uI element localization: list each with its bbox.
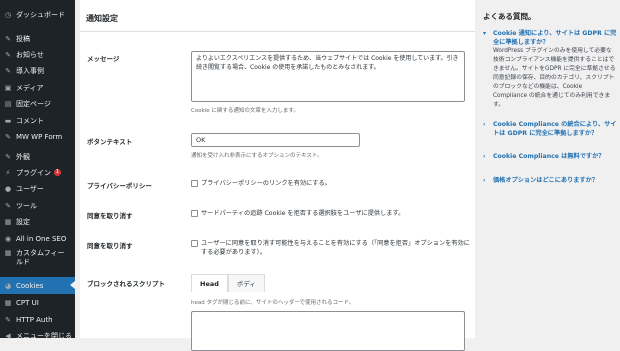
faq-question-4-text[interactable]: 価格オプションはどこにありますか？ bbox=[493, 176, 598, 185]
chevron-down-icon: ▾ bbox=[483, 30, 487, 37]
comment-icon: ▬ bbox=[4, 116, 12, 125]
seo-icon: ◉ bbox=[4, 234, 12, 243]
wrench-icon: ✎ bbox=[5, 201, 11, 210]
sidebar-item-label: ダッシュボード bbox=[16, 10, 65, 19]
script-tabs: Head ボディ bbox=[191, 274, 265, 292]
faq-question-3[interactable]: › Cookie Compliance は無料ですか？ bbox=[483, 152, 618, 161]
blocked-scripts-label: ブロックされるスクリプト bbox=[87, 280, 165, 288]
refuse-consent-checkbox-label: サードパーティの追跡 Cookie を拒否する選択肢をユーザに提供します。 bbox=[201, 210, 405, 217]
sidebar-item-label: CPT UI bbox=[16, 298, 39, 307]
sidebar-item-label: MW WP Form bbox=[16, 132, 63, 141]
faq-question-3-text[interactable]: Cookie Compliance は無料ですか？ bbox=[493, 152, 604, 161]
dashboard-icon: ◷ bbox=[4, 10, 12, 19]
page-title: 通知設定 bbox=[86, 14, 118, 23]
revoke-consent-checkbox[interactable]: ユーザーに同意を取り消す可能性を与えることを有効にする（「同意を拒否」オプション… bbox=[191, 239, 471, 257]
sidebar-item-3[interactable]: ✎ 導入事例 bbox=[0, 62, 75, 79]
sidebar-item-label: プラグイン bbox=[16, 168, 51, 177]
settings-icon: ▦ bbox=[4, 217, 12, 226]
faq-question-2-text[interactable]: Cookie Compliance の統合により、サイトは GDPR に完全に準… bbox=[493, 120, 618, 138]
grid-icon: ▦ bbox=[4, 298, 12, 307]
sidebar-item-label: HTTP Auth bbox=[16, 315, 53, 324]
sidebar-item-label: お知らせ bbox=[16, 50, 44, 59]
blocked-scripts-description: head タグが閉じる前に、サイトのヘッダーで使用されるコード。 bbox=[191, 300, 355, 306]
sidebar-item-2[interactable]: ✎ お知らせ bbox=[0, 46, 75, 63]
divider bbox=[80, 31, 475, 32]
sidebar-item-label: 投稿 bbox=[16, 34, 30, 43]
sidebar-item-1[interactable]: ✎ 投稿 bbox=[0, 30, 75, 47]
user-icon: ● bbox=[4, 184, 12, 193]
sidebar-item-label: 外観 bbox=[16, 152, 30, 161]
sidebar-item-6[interactable]: ▬ コメント bbox=[0, 112, 75, 129]
sidebar-item-5[interactable]: ▤ 固定ページ bbox=[0, 95, 75, 112]
privacy-policy-label: プライバシーポリシー bbox=[87, 182, 152, 190]
sidebar-item-label: ツール bbox=[16, 201, 37, 210]
chevron-right-icon: › bbox=[483, 177, 486, 184]
update-count-badge: 1 bbox=[54, 169, 61, 176]
pin-icon: ✎ bbox=[5, 132, 11, 141]
cookie-icon: ◕ bbox=[4, 281, 12, 290]
sidebar-item-label: コメント bbox=[16, 116, 44, 125]
sidebar-item-label: メニューを閉じる bbox=[16, 331, 72, 340]
privacy-policy-checkbox-label: プライバシーポリシーのリンクを有効にする。 bbox=[201, 180, 331, 187]
chevron-right-icon: › bbox=[483, 153, 486, 160]
pin-icon: ✎ bbox=[5, 66, 11, 75]
faq-question-1-text[interactable]: Cookie 通知により、サイトは GDPR に完全に準拠しますか？ bbox=[493, 29, 618, 47]
faq-title: よくある質問。 bbox=[483, 12, 536, 21]
tab-body[interactable]: ボディ bbox=[227, 274, 265, 292]
checkbox-box[interactable] bbox=[191, 240, 198, 247]
message-textarea[interactable]: よりよいエクスペリエンスを提供するため、当ウェブサイトでは Cookie を使用… bbox=[191, 51, 465, 102]
sidebar-item-18[interactable]: ◀ メニューを閉じる bbox=[0, 327, 75, 344]
sidebar-item-label: 導入事例 bbox=[16, 66, 44, 75]
sidebar-item-14[interactable]: ▦ カスタムフィールド bbox=[0, 246, 75, 272]
sidebar-item-label: メディア bbox=[16, 83, 44, 92]
megaphone-icon: ✎ bbox=[5, 50, 11, 59]
sidebar-item-9[interactable]: ⚡ プラグイン 1 bbox=[0, 164, 75, 181]
checkbox-box[interactable] bbox=[191, 210, 198, 217]
sidebar-item-13[interactable]: ◉ All in One SEO bbox=[0, 230, 75, 247]
page-icon: ▤ bbox=[4, 99, 12, 108]
plugin-icon: ⚡ bbox=[5, 168, 11, 177]
sidebar-item-10[interactable]: ● ユーザー bbox=[0, 180, 75, 197]
grid-icon: ▦ bbox=[4, 249, 12, 257]
chevron-right-icon: › bbox=[483, 121, 486, 128]
sidebar-item-16[interactable]: ▦ CPT UI bbox=[0, 294, 75, 311]
sidebar-item-0[interactable]: ◷ ダッシュボード bbox=[0, 6, 75, 23]
collapse-icon: ◀ bbox=[5, 331, 11, 340]
privacy-policy-checkbox[interactable]: プライバシーポリシーのリンクを有効にする。 bbox=[191, 179, 471, 188]
faq-question-4[interactable]: › 価格オプションはどこにありますか？ bbox=[483, 176, 618, 185]
sidebar-item-4[interactable]: ▣ メディア bbox=[0, 79, 75, 96]
tab-head[interactable]: Head bbox=[191, 274, 228, 292]
checkbox-box[interactable] bbox=[191, 180, 198, 187]
revoke-consent-label: 同意を取り消す bbox=[87, 242, 133, 250]
sidebar-item-label: カスタムフィールド bbox=[16, 249, 65, 266]
message-label: メッセージ bbox=[87, 55, 120, 63]
brush-icon: ✎ bbox=[5, 152, 11, 161]
sidebar-item-label: 設定 bbox=[16, 217, 30, 226]
media-icon: ▣ bbox=[4, 83, 12, 92]
head-scripts-textarea[interactable] bbox=[191, 311, 465, 351]
button-text-description: 通知を受け入れ非表示にするオプションのテキスト。 bbox=[191, 153, 323, 159]
revoke-consent-checkbox-label: ユーザーに同意を取り消す可能性を与えることを有効にする（「同意を拒否」オプション… bbox=[201, 240, 470, 256]
sidebar-item-8[interactable]: ✎ 外観 bbox=[0, 148, 75, 165]
sidebar-item-label: Cookies bbox=[16, 281, 44, 290]
sidebar-item-label: All in One SEO bbox=[16, 234, 67, 243]
faq-answer-1: WordPress プラグインのみを使用して必要な技術コンプライアンス機能を提供… bbox=[493, 48, 616, 108]
button-text-label: ボタンテキスト bbox=[87, 138, 133, 146]
sidebar-item-17[interactable]: ✎ HTTP Auth bbox=[0, 311, 75, 328]
refuse-consent-checkbox[interactable]: サードパーティの追跡 Cookie を拒否する選択肢をユーザに提供します。 bbox=[191, 209, 471, 218]
sidebar-item-7[interactable]: ✎ MW WP Form bbox=[0, 128, 75, 145]
faq-question-1[interactable]: ▾ Cookie 通知により、サイトは GDPR に完全に準拠しますか？ bbox=[483, 29, 618, 47]
pin-icon: ✎ bbox=[5, 34, 11, 43]
refuse-consent-label: 同意を取り消す bbox=[87, 212, 133, 220]
message-description: Cookie に関する通知の文章を入力します。 bbox=[191, 108, 299, 114]
pin-icon: ✎ bbox=[5, 315, 11, 324]
sidebar-item-11[interactable]: ✎ ツール bbox=[0, 197, 75, 214]
faq-question-2[interactable]: › Cookie Compliance の統合により、サイトは GDPR に完全に… bbox=[483, 120, 618, 138]
button-text-input[interactable]: OK bbox=[191, 133, 360, 147]
sidebar-item-label: 固定ページ bbox=[16, 99, 51, 108]
sidebar-item-label: ユーザー bbox=[16, 184, 44, 193]
sidebar-item-15[interactable]: ◕ Cookies bbox=[0, 277, 75, 294]
sidebar-item-12[interactable]: ▦ 設定 bbox=[0, 213, 75, 230]
admin-sidebar: ◷ ダッシュボード ✎ 投稿 ✎ お知らせ ✎ 導入事例 ▣ メディア ▤ 固定ページ ▬ コメント ✎ MW… bbox=[0, 0, 75, 340]
